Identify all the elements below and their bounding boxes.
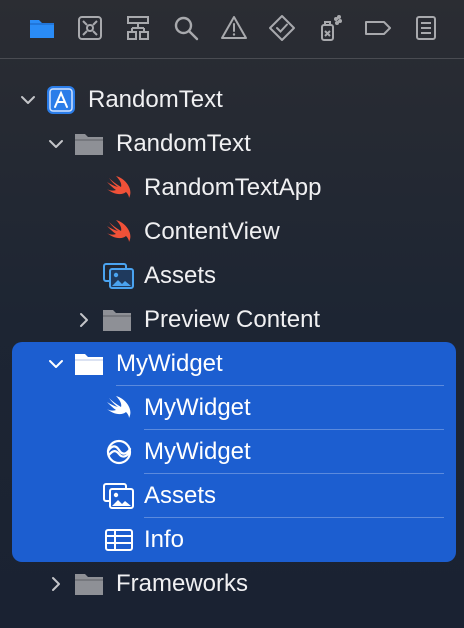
tree-row-file-randomtextapp[interactable]: RandomTextApp: [0, 166, 464, 210]
chevron-down-icon[interactable]: [46, 354, 66, 374]
chevron-down-icon[interactable]: [46, 134, 66, 154]
folder-icon: [100, 305, 134, 335]
swift-file-icon: [102, 173, 136, 203]
tree-row-assets-widget[interactable]: Assets: [0, 474, 464, 518]
swift-file-icon: [102, 217, 136, 247]
symbol-navigator-button[interactable]: [122, 12, 154, 44]
tree-row-label: RandomText: [116, 130, 251, 157]
tree-row-group-frameworks[interactable]: Frameworks: [0, 562, 464, 606]
project-navigator-button[interactable]: [26, 12, 58, 44]
tree-row-label: Assets: [144, 262, 217, 289]
tree-row-assets[interactable]: Assets: [0, 254, 464, 298]
tree-row-file-mywidget-intent[interactable]: MyWidget: [0, 430, 464, 474]
asset-catalog-icon: [102, 481, 136, 511]
chevron-right-icon[interactable]: [46, 574, 66, 594]
tree-row-group-preview-content[interactable]: Preview Content: [0, 298, 464, 342]
tree-row-label: RandomText: [88, 86, 223, 113]
tree-row-info-plist[interactable]: Info: [0, 518, 464, 562]
breakpoint-tag-icon: [365, 21, 391, 35]
toolbar-divider: [0, 58, 464, 59]
search-icon: [174, 16, 199, 41]
issue-navigator-button[interactable]: [218, 12, 250, 44]
chevron-right-icon[interactable]: [74, 310, 94, 330]
folder-icon: [72, 349, 106, 379]
folder-icon: [72, 129, 106, 159]
debug-spray-icon: [321, 15, 342, 41]
intent-definition-icon: [102, 437, 136, 467]
asset-catalog-icon: [102, 261, 136, 291]
breakpoint-navigator-button[interactable]: [362, 12, 394, 44]
report-navigator-button[interactable]: [410, 12, 442, 44]
tree-row-label: Preview Content: [144, 306, 321, 333]
folder-icon: [72, 569, 106, 599]
tree-row-label: Frameworks: [116, 570, 249, 597]
swift-file-icon: [102, 393, 136, 423]
tree-row-label: MyWidget: [116, 350, 223, 377]
tree-row-label: MyWidget: [144, 438, 251, 465]
tree-row-label: Info: [144, 526, 185, 553]
xcode-project-icon: [44, 85, 78, 115]
tree-row-file-contentview[interactable]: ContentView: [0, 210, 464, 254]
plist-table-icon: [102, 525, 136, 555]
folder-icon: [30, 20, 54, 38]
chevron-down-icon[interactable]: [18, 90, 38, 110]
tree-row-label: RandomTextApp: [144, 174, 322, 201]
test-navigator-button[interactable]: [266, 12, 298, 44]
tree-row-label: Assets: [144, 482, 217, 509]
hierarchy-icon: [127, 16, 149, 40]
source-control-icon: [78, 16, 102, 40]
tree-row-project[interactable]: RandomText: [0, 78, 464, 122]
tree-row-group-randomtext[interactable]: RandomText: [0, 122, 464, 166]
tree-row-label: ContentView: [144, 218, 280, 245]
tree-row-group-mywidget[interactable]: MyWidget: [0, 342, 464, 386]
tree-row-label: MyWidget: [144, 394, 251, 421]
source-control-navigator-button[interactable]: [74, 12, 106, 44]
tree-row-file-mywidget-swift[interactable]: MyWidget: [0, 386, 464, 430]
test-diamond-icon: [269, 15, 295, 41]
debug-navigator-button[interactable]: [314, 12, 346, 44]
report-list-icon: [416, 16, 436, 40]
warning-icon: [221, 16, 247, 39]
navigator-toolbar: [0, 0, 464, 58]
find-navigator-button[interactable]: [170, 12, 202, 44]
